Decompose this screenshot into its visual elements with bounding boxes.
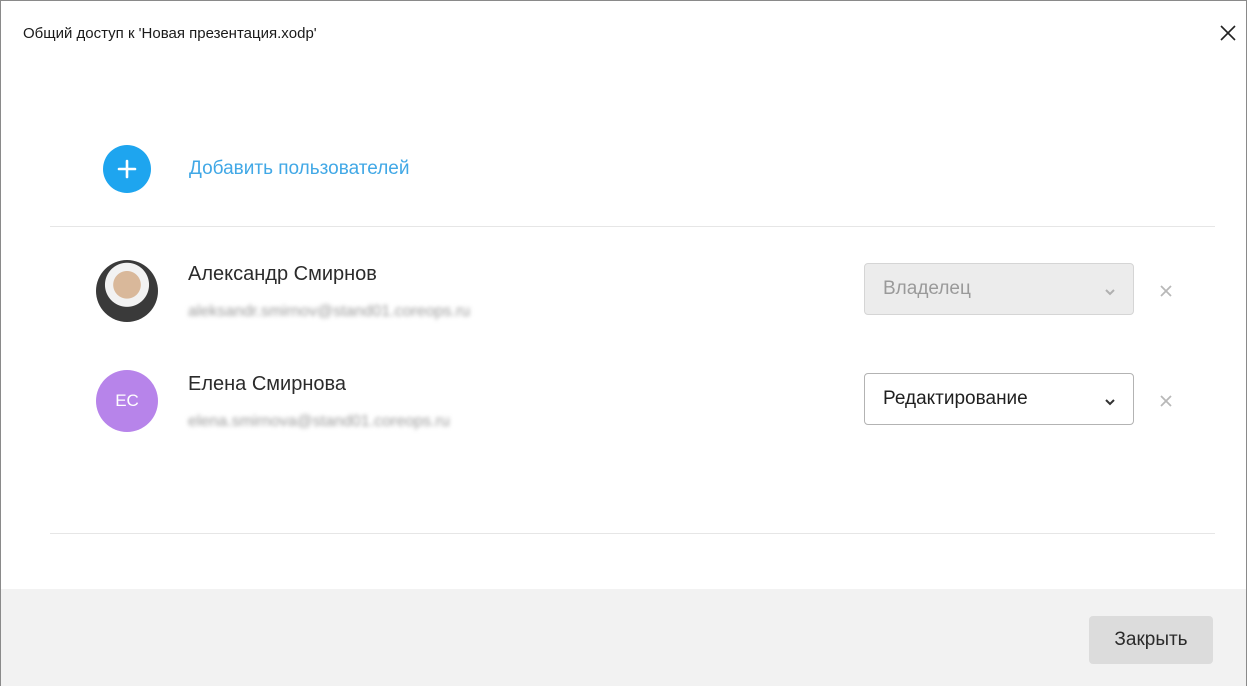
- role-select: Владелец: [864, 263, 1134, 315]
- chevron-down-icon: [1103, 393, 1117, 407]
- user-email: aleksandr.smirnov@stand01.coreops.ru: [188, 303, 471, 320]
- role-select-value: Редактирование: [883, 388, 1028, 409]
- role-select[interactable]: Редактирование: [864, 373, 1134, 425]
- avatar: ЕС: [96, 370, 158, 432]
- avatar: [96, 260, 158, 322]
- share-dialog: Общий доступ к 'Новая презентация.xodp' …: [0, 0, 1247, 686]
- remove-user-icon[interactable]: [1156, 281, 1176, 301]
- user-row: ЕС Елена Смирнова elena.smirnova@stand01…: [1, 361, 1246, 441]
- dialog-title: Общий доступ к 'Новая презентация.xodp': [23, 25, 317, 42]
- add-users-label: Добавить пользователей: [189, 158, 410, 179]
- user-row: Александр Смирнов aleksandr.smirnov@stan…: [1, 251, 1246, 331]
- user-email: elena.smirnova@stand01.coreops.ru: [188, 413, 450, 430]
- divider-top: [50, 226, 1215, 227]
- close-icon[interactable]: [1214, 19, 1242, 47]
- divider-bottom: [50, 533, 1215, 534]
- user-name: Александр Смирнов: [188, 263, 377, 285]
- dialog-titlebar: Общий доступ к 'Новая презентация.xodp': [1, 1, 1246, 65]
- remove-user-icon[interactable]: [1156, 391, 1176, 411]
- avatar-initials: ЕС: [115, 391, 139, 410]
- add-users-button[interactable]: Добавить пользователей: [103, 144, 409, 194]
- chevron-down-icon: [1103, 283, 1117, 297]
- close-button[interactable]: Закрыть: [1089, 616, 1213, 664]
- role-select-value: Владелец: [883, 278, 971, 299]
- user-name: Елена Смирнова: [188, 373, 347, 395]
- plus-icon: [103, 145, 151, 193]
- dialog-footer: Закрыть: [1, 589, 1246, 686]
- dialog-content: Добавить пользователей Александр Смирнов…: [1, 65, 1246, 588]
